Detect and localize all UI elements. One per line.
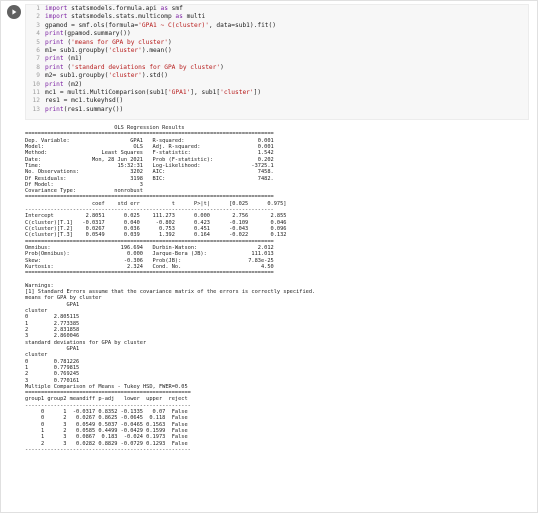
code-text[interactable]: import statsmodels.stats.multicomp as mu… xyxy=(45,13,205,21)
code-line[interactable]: 9 m2= sub1.groupby('cluster').std() xyxy=(26,72,528,80)
line-number: 6 xyxy=(36,46,40,54)
code-line[interactable]: 6 m1= sub1.groupby('cluster').mean() xyxy=(26,47,528,55)
code-line[interactable]: 11 mc1 = multi.MultiComparison(sub1['GPA1… xyxy=(26,89,528,97)
code-text[interactable]: print ('standard deviations for GPA by c… xyxy=(45,64,224,72)
line-number: 10 xyxy=(32,80,40,88)
code-line[interactable]: 8 print ('standard deviations for GPA by … xyxy=(26,64,528,72)
line-number: 9 xyxy=(36,72,40,80)
line-number: 8 xyxy=(36,63,40,71)
code-text[interactable]: print(gpamod.summary()) xyxy=(45,30,131,38)
code-line[interactable]: 10 print (m2) xyxy=(26,81,528,89)
code-line[interactable]: 12 res1 = mc1.tukeyhsd() xyxy=(26,97,528,105)
code-text[interactable]: print (m1) xyxy=(45,55,82,63)
code-text[interactable]: gpamod = smf.ols(formula='GPA1 ~ C(clust… xyxy=(45,22,276,30)
line-number: 4 xyxy=(36,30,40,38)
output-line: ----------------------------------------… xyxy=(25,446,191,453)
code-line[interactable]: 7 print (m1) xyxy=(26,55,528,63)
line-number: 5 xyxy=(36,38,40,46)
code-text[interactable]: res1 = mc1.tukeyhsd() xyxy=(45,97,123,105)
code-line[interactable]: 5 print ('means for GPA by cluster') xyxy=(26,39,528,47)
code-line[interactable]: 1 import statsmodels.formula.api as smf xyxy=(26,5,528,13)
line-number: 3 xyxy=(36,21,40,29)
line-number: 11 xyxy=(32,88,40,96)
code-text[interactable]: m1= sub1.groupby('cluster').mean() xyxy=(45,47,172,55)
line-number: 2 xyxy=(36,13,40,21)
code-editor[interactable]: 1 import statsmodels.formula.api as smf 2 i… xyxy=(25,4,529,120)
code-text[interactable]: m2= sub1.groupby('cluster').std() xyxy=(45,72,168,80)
cell-output: OLS Regression Results =================… xyxy=(25,125,529,508)
play-icon xyxy=(12,9,17,15)
code-text[interactable]: import statsmodels.formula.api as smf xyxy=(45,5,183,13)
line-number: 12 xyxy=(32,97,40,105)
code-text[interactable]: print ('means for GPA by cluster') xyxy=(45,39,172,47)
line-number: 13 xyxy=(32,105,40,113)
code-line[interactable]: 13 print(res1.summary()) xyxy=(26,106,528,114)
code-line[interactable]: 2 import statsmodels.stats.multicomp as m… xyxy=(26,13,528,21)
line-number: 1 xyxy=(36,5,40,12)
code-text[interactable]: mc1 = multi.MultiComparison(sub1['GPA1']… xyxy=(45,89,261,97)
run-cell-button[interactable] xyxy=(7,5,21,19)
code-text[interactable]: print (m2) xyxy=(45,81,82,89)
code-line[interactable]: 3 gpamod = smf.ols(formula='GPA1 ~ C(clus… xyxy=(26,22,528,30)
notebook-code-cell[interactable]: 1 import statsmodels.formula.api as smf 2 i… xyxy=(0,0,538,513)
line-number: 7 xyxy=(36,55,40,63)
code-line[interactable]: 4 print(gpamod.summary()) xyxy=(26,30,528,38)
code-text[interactable]: print(res1.summary()) xyxy=(45,106,123,114)
